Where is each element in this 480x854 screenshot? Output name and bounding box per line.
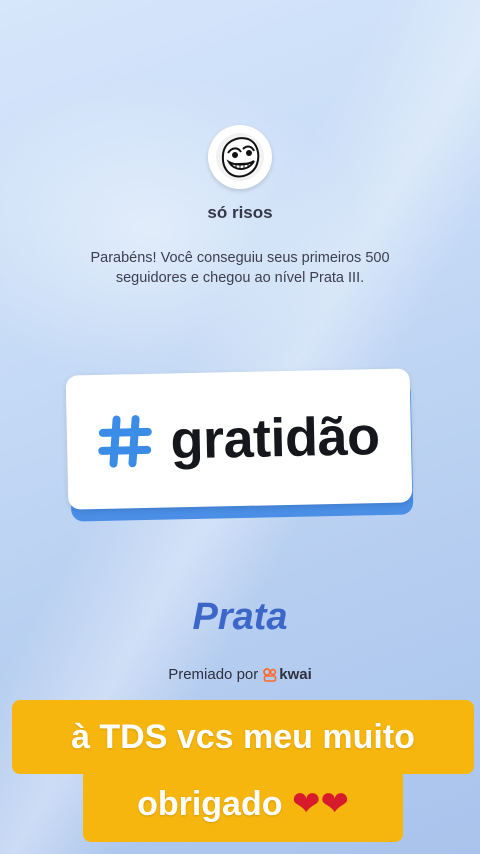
caption-line2: obrigado ❤❤	[83, 768, 403, 842]
kwai-logo: kwai	[263, 666, 312, 683]
kwai-brand-text: kwai	[279, 666, 312, 683]
caption-line1: à TDS vcs meu muito	[12, 700, 474, 774]
congrats-message: Parabéns! Você conseguiu seus primeiros …	[60, 248, 420, 288]
caption-line2-text: obrigado	[137, 785, 283, 823]
heart-icon: ❤❤	[291, 785, 349, 823]
username: só risos	[207, 203, 273, 222]
troll-face-icon	[216, 133, 264, 181]
hashtag-icon	[98, 415, 153, 468]
level-name: Prata	[192, 596, 288, 638]
avatar[interactable]	[208, 125, 272, 189]
congrats-message-line1: Parabéns! Você conseguiu seus primeiros …	[90, 250, 390, 266]
badge-text: gratidão	[169, 406, 381, 471]
hashtag-badge[interactable]: gratidão	[65, 368, 413, 510]
congrats-message-line2: seguidores e chegou ao nível Prata III.	[115, 270, 365, 286]
awarded-label: Premiado por	[168, 666, 259, 683]
awarded-by: Premiado por kwai	[0, 666, 480, 683]
kwai-logo-icon	[263, 667, 277, 682]
